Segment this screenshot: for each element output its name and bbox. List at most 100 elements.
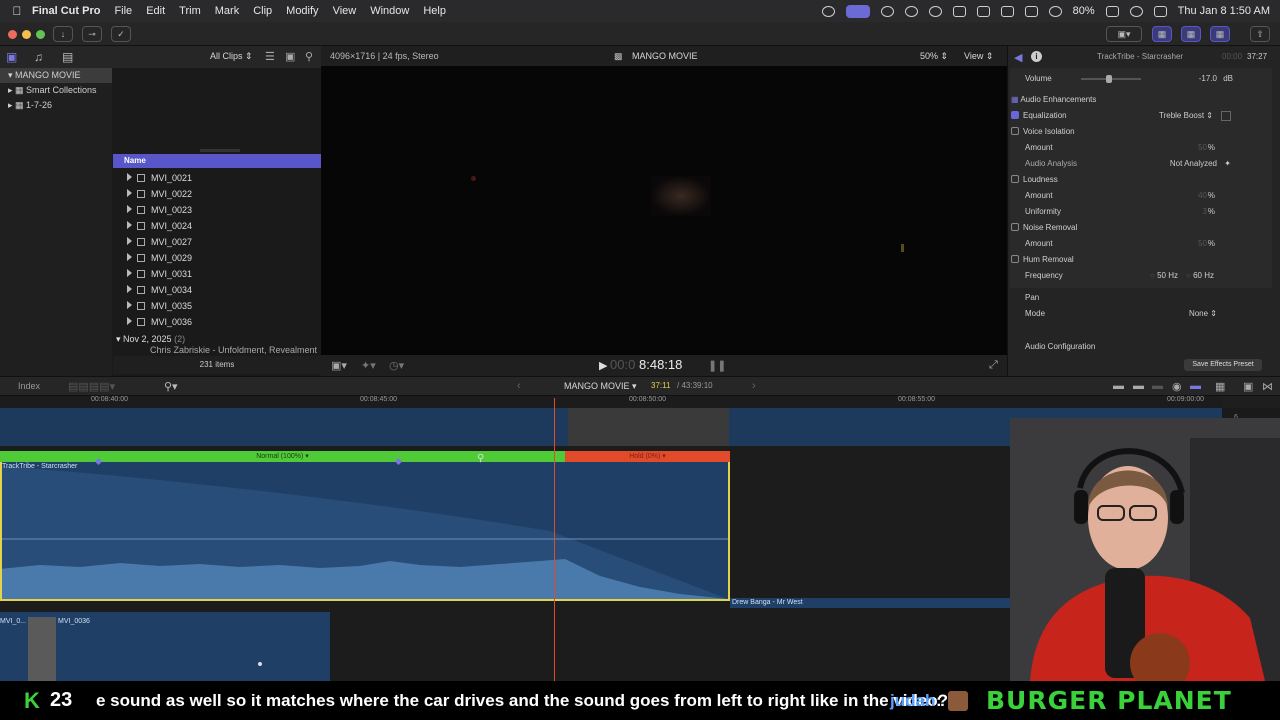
fullscreen-icon[interactable]: ⤢: [989, 359, 998, 372]
retime-hold-bar[interactable]: Hold (0%) ▾: [565, 451, 730, 462]
chevron-down-icon[interactable]: ▾: [116, 334, 123, 344]
keyframe-point[interactable]: [258, 662, 262, 666]
video-viewer[interactable]: [321, 66, 1007, 356]
play-icon[interactable]: ▶: [599, 359, 607, 372]
analyze-wand-icon[interactable]: ✦: [1224, 156, 1231, 172]
snapping-icon[interactable]: ▬: [1190, 380, 1201, 392]
keywords-button[interactable]: ⊸: [82, 26, 102, 42]
eq-graph-icon[interactable]: [1221, 111, 1231, 121]
battery-icon[interactable]: [1105, 5, 1119, 17]
zoom-window-button[interactable]: [36, 30, 45, 39]
clip-row[interactable]: MVI_0034: [113, 282, 321, 298]
clip-row[interactable]: MVI_0024: [113, 218, 321, 234]
pan-mode-menu[interactable]: None ⇕: [1189, 306, 1217, 322]
clip-row[interactable]: MVI_0027: [113, 234, 321, 250]
clock[interactable]: Thu Jan 8 1:50 AM: [1178, 5, 1270, 17]
disclosure-icon[interactable]: [127, 253, 132, 261]
back-arrow-icon[interactable]: ‹: [517, 380, 521, 392]
show-timeline-button[interactable]: ▦: [1181, 26, 1201, 42]
menu-clip[interactable]: Clip: [253, 5, 272, 17]
playhead[interactable]: [554, 398, 555, 681]
calendar-icon[interactable]: [976, 5, 990, 17]
media-icon[interactable]: ▣: [6, 50, 17, 64]
loudness-checkbox[interactable]: [1011, 175, 1019, 183]
volume-slider-thumb[interactable]: [1106, 75, 1112, 83]
stage-manager-icon[interactable]: [845, 4, 870, 18]
selected-audio-clip[interactable]: [0, 451, 730, 601]
headphones-icon[interactable]: ◉: [1172, 380, 1182, 393]
layout-menu-button[interactable]: ▣▾: [1106, 26, 1142, 42]
transition-clip[interactable]: [28, 617, 56, 681]
clip-row[interactable]: MVI_0031: [113, 266, 321, 282]
menu-help[interactable]: Help: [423, 5, 446, 17]
play-circle-icon[interactable]: [928, 5, 942, 17]
info-icon[interactable]: i: [1031, 51, 1042, 62]
audio-enhancements-header[interactable]: ▦ Audio Enhancements: [1011, 92, 1273, 108]
titles-icon[interactable]: ▤: [62, 50, 73, 64]
disclosure-icon[interactable]: [127, 285, 132, 293]
freq-60-option[interactable]: ○ 60 Hz: [1186, 268, 1214, 284]
status-circle-icon[interactable]: [880, 5, 894, 17]
enhance-icon[interactable]: ✦▾: [361, 359, 376, 372]
menu-trim[interactable]: Trim: [179, 5, 201, 17]
gap-clip[interactable]: [568, 408, 729, 446]
hum-removal-checkbox[interactable]: [1011, 255, 1019, 263]
event-1-7-26[interactable]: ▸ ▦ 1-7-26: [0, 98, 112, 113]
clip-row[interactable]: MVI_0036: [113, 314, 321, 330]
menu-view[interactable]: View: [333, 5, 357, 17]
disclosure-icon[interactable]: [127, 269, 132, 277]
clip-row[interactable]: MVI_0021: [113, 170, 321, 186]
clip-appearance-icon[interactable]: ▣: [285, 50, 295, 63]
menu-edit[interactable]: Edit: [146, 5, 165, 17]
apple-icon[interactable]: : [10, 4, 24, 18]
menu-file[interactable]: File: [114, 5, 132, 17]
disclosure-icon[interactable]: [127, 221, 132, 229]
freq-50-option[interactable]: ○ 50 Hz: [1150, 268, 1178, 284]
partial-clip-row[interactable]: Chris Zabriskie - Unfoldment, Revealment: [113, 345, 321, 355]
show-inspector-button[interactable]: ▦: [1210, 26, 1230, 42]
name-column-header[interactable]: Name: [113, 154, 321, 168]
transform-icon[interactable]: ▣▾: [331, 359, 347, 372]
screen-record-icon[interactable]: [821, 5, 835, 17]
connect-clip-icon[interactable]: ▤▤▤▤▾: [68, 380, 115, 393]
disclosure-icon[interactable]: [127, 173, 132, 181]
timeline-project-title[interactable]: MANGO MOVIE ▾: [564, 381, 637, 392]
noise-removal-checkbox[interactable]: [1011, 223, 1019, 231]
bluetooth-icon[interactable]: [1024, 5, 1038, 17]
background-tasks-button[interactable]: ✓: [111, 26, 131, 42]
import-button[interactable]: ↓: [53, 26, 73, 42]
show-browser-button[interactable]: ▦: [1152, 26, 1172, 42]
disclosure-icon[interactable]: [127, 189, 132, 197]
close-window-button[interactable]: [8, 30, 17, 39]
menu-mark[interactable]: Mark: [215, 5, 239, 17]
library-mango-movie[interactable]: ▾ MANGO MOVIE: [0, 68, 112, 83]
timecode-display[interactable]: 8:48:18: [639, 357, 682, 372]
index-button[interactable]: Index: [18, 381, 40, 391]
clip-row[interactable]: MVI_0029: [113, 250, 321, 266]
eq-preset-menu[interactable]: Treble Boost ⇕: [1159, 108, 1213, 124]
zoom-fit-icon[interactable]: ▬: [1113, 380, 1124, 392]
disclosure-icon[interactable]: [127, 301, 132, 309]
disclosure-icon[interactable]: [127, 237, 132, 245]
clip-row[interactable]: MVI_0022: [113, 186, 321, 202]
clip-row[interactable]: MVI_0023: [113, 202, 321, 218]
minimize-window-button[interactable]: [22, 30, 31, 39]
list-view-icon[interactable]: ☰: [265, 50, 275, 63]
disclosure-icon[interactable]: [127, 317, 132, 325]
splitter-handle[interactable]: [200, 149, 240, 152]
search-icon[interactable]: ⚲: [305, 50, 313, 63]
share-button[interactable]: ⇧: [1250, 26, 1270, 42]
control-center-icon[interactable]: [1153, 5, 1167, 17]
voice-isolation-checkbox[interactable]: [1011, 127, 1019, 135]
speed-icon[interactable]: ◷▾: [389, 359, 404, 372]
zoom-in-icon[interactable]: ▬: [1133, 380, 1144, 392]
clip-appearance-icon[interactable]: ▦: [1215, 380, 1225, 393]
app-menu[interactable]: Final Cut Pro: [32, 5, 100, 17]
equalization-checkbox[interactable]: [1011, 111, 1019, 119]
audio-browser-icon[interactable]: ♫: [34, 50, 43, 64]
menu-modify[interactable]: Modify: [286, 5, 318, 17]
smart-collections-item[interactable]: ▸ ▦ Smart Collections: [0, 83, 112, 98]
pan-header[interactable]: Pan: [1011, 290, 1273, 306]
disclosure-icon[interactable]: [127, 205, 132, 213]
list-circle-icon[interactable]: [904, 5, 918, 17]
